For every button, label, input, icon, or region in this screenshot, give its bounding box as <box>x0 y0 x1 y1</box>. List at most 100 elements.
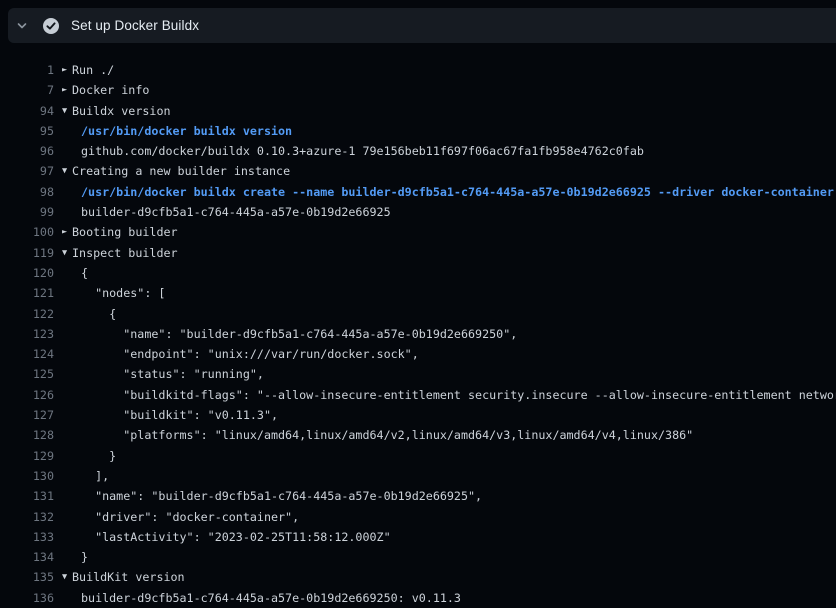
log-line: 133 "lastActivity": "2023-02-25T11:58:12… <box>0 527 836 547</box>
log-line: 98 /usr/bin/docker buildx create --name … <box>0 182 836 202</box>
log-text: Buildx version <box>72 101 171 121</box>
line-number[interactable]: 131 <box>0 486 54 506</box>
triangle-collapsed-icon[interactable]: ► <box>54 222 72 242</box>
disclosure-triangle-icon <box>54 405 72 425</box>
triangle-expanded-icon[interactable]: ▼ <box>54 243 72 263</box>
log-text: /usr/bin/docker buildx create --name bui… <box>72 182 834 202</box>
log-line[interactable]: 97 ▼ Creating a new builder instance <box>0 161 836 181</box>
line-number[interactable]: 99 <box>0 202 54 222</box>
log-text: builder-d9cfb5a1-c764-445a-a57e-0b19d2e6… <box>72 202 391 222</box>
log-text: Creating a new builder instance <box>72 161 290 181</box>
log-text: "name": "builder-d9cfb5a1-c764-445a-a57e… <box>72 324 517 344</box>
log-text: "driver": "docker-container", <box>72 507 299 527</box>
log-line[interactable]: 100 ► Booting builder <box>0 222 836 242</box>
triangle-expanded-icon[interactable]: ▼ <box>54 101 72 121</box>
log-text: builder-d9cfb5a1-c764-445a-a57e-0b19d2e6… <box>72 588 461 608</box>
line-number[interactable]: 123 <box>0 324 54 344</box>
log-line: 122 { <box>0 304 836 324</box>
line-number[interactable]: 132 <box>0 507 54 527</box>
line-number[interactable]: 97 <box>0 161 54 181</box>
log-line: 121 "nodes": [ <box>0 283 836 303</box>
log-line: 129 } <box>0 446 836 466</box>
line-number[interactable]: 1 <box>0 60 54 80</box>
log-text: } <box>72 446 116 466</box>
disclosure-triangle-icon <box>54 182 72 202</box>
disclosure-triangle-icon <box>54 527 72 547</box>
triangle-expanded-icon[interactable]: ▼ <box>54 161 72 181</box>
disclosure-triangle-icon <box>54 486 72 506</box>
triangle-expanded-icon[interactable]: ▼ <box>54 567 72 587</box>
line-number[interactable]: 136 <box>0 588 54 608</box>
log-line[interactable]: 7 ► Docker info <box>0 80 836 100</box>
disclosure-triangle-icon <box>54 446 72 466</box>
line-number[interactable]: 135 <box>0 567 54 587</box>
log-text: { <box>72 304 116 324</box>
line-number[interactable]: 133 <box>0 527 54 547</box>
disclosure-triangle-icon <box>54 425 72 445</box>
log-line: 124 "endpoint": "unix:///var/run/docker.… <box>0 344 836 364</box>
disclosure-triangle-icon <box>54 466 72 486</box>
log-text: "platforms": "linux/amd64,linux/amd64/v2… <box>72 425 693 445</box>
log-text: "lastActivity": "2023-02-25T11:58:12.000… <box>72 527 391 547</box>
step-header[interactable]: Set up Docker Buildx <box>8 8 836 43</box>
line-number[interactable]: 127 <box>0 405 54 425</box>
line-number[interactable]: 122 <box>0 304 54 324</box>
log-line: 95 /usr/bin/docker buildx version <box>0 121 836 141</box>
line-number[interactable]: 95 <box>0 121 54 141</box>
line-number[interactable]: 96 <box>0 141 54 161</box>
line-number[interactable]: 100 <box>0 222 54 242</box>
log-text: ], <box>72 466 109 486</box>
log-line: 132 "driver": "docker-container", <box>0 507 836 527</box>
line-number[interactable]: 98 <box>0 182 54 202</box>
log-text: Run ./ <box>72 60 114 80</box>
line-number[interactable]: 126 <box>0 385 54 405</box>
log-text: "nodes": [ <box>72 283 165 303</box>
log-text: "name": "builder-d9cfb5a1-c764-445a-a57e… <box>72 486 482 506</box>
line-number[interactable]: 130 <box>0 466 54 486</box>
disclosure-triangle-icon <box>54 324 72 344</box>
log-line: 131 "name": "builder-d9cfb5a1-c764-445a-… <box>0 486 836 506</box>
line-number[interactable]: 121 <box>0 283 54 303</box>
disclosure-triangle-icon <box>54 588 72 608</box>
chevron-down-icon[interactable] <box>14 18 30 34</box>
disclosure-triangle-icon <box>54 547 72 567</box>
log-line[interactable]: 135 ▼ BuildKit version <box>0 567 836 587</box>
log-line: 126 "buildkitd-flags": "--allow-insecure… <box>0 385 836 405</box>
disclosure-triangle-icon <box>54 121 72 141</box>
line-number[interactable]: 119 <box>0 243 54 263</box>
line-number[interactable]: 128 <box>0 425 54 445</box>
log-text: } <box>72 547 88 567</box>
line-number[interactable]: 94 <box>0 101 54 121</box>
log-text: /usr/bin/docker buildx version <box>72 121 292 141</box>
line-number[interactable]: 129 <box>0 446 54 466</box>
log-text: "endpoint": "unix:///var/run/docker.sock… <box>72 344 419 364</box>
status-check-circle-icon <box>42 17 60 35</box>
line-number[interactable]: 125 <box>0 364 54 384</box>
line-number[interactable]: 134 <box>0 547 54 567</box>
log-text: "buildkitd-flags": "--allow-insecure-ent… <box>72 385 836 405</box>
log-text: Inspect builder <box>72 243 178 263</box>
log-line: 130 ], <box>0 466 836 486</box>
triangle-collapsed-icon[interactable]: ► <box>54 80 72 100</box>
disclosure-triangle-icon <box>54 304 72 324</box>
step-title: Set up Docker Buildx <box>71 18 199 33</box>
log-line[interactable]: 1 ► Run ./ <box>0 60 836 80</box>
log-line: 123 "name": "builder-d9cfb5a1-c764-445a-… <box>0 324 836 344</box>
disclosure-triangle-icon <box>54 507 72 527</box>
log-line[interactable]: 94 ▼ Buildx version <box>0 101 836 121</box>
log-line: 134 } <box>0 547 836 567</box>
line-number[interactable]: 7 <box>0 80 54 100</box>
log-line[interactable]: 119 ▼ Inspect builder <box>0 243 836 263</box>
line-number[interactable]: 120 <box>0 263 54 283</box>
line-number[interactable]: 124 <box>0 344 54 364</box>
log-line: 96 github.com/docker/buildx 0.10.3+azure… <box>0 141 836 161</box>
log-line: 128 "platforms": "linux/amd64,linux/amd6… <box>0 425 836 445</box>
log-line: 120 { <box>0 263 836 283</box>
disclosure-triangle-icon <box>54 141 72 161</box>
log-text: BuildKit version <box>72 567 185 587</box>
disclosure-triangle-icon <box>54 364 72 384</box>
disclosure-triangle-icon <box>54 385 72 405</box>
disclosure-triangle-icon <box>54 283 72 303</box>
triangle-collapsed-icon[interactable]: ► <box>54 60 72 80</box>
log-text: "status": "running", <box>72 364 264 384</box>
